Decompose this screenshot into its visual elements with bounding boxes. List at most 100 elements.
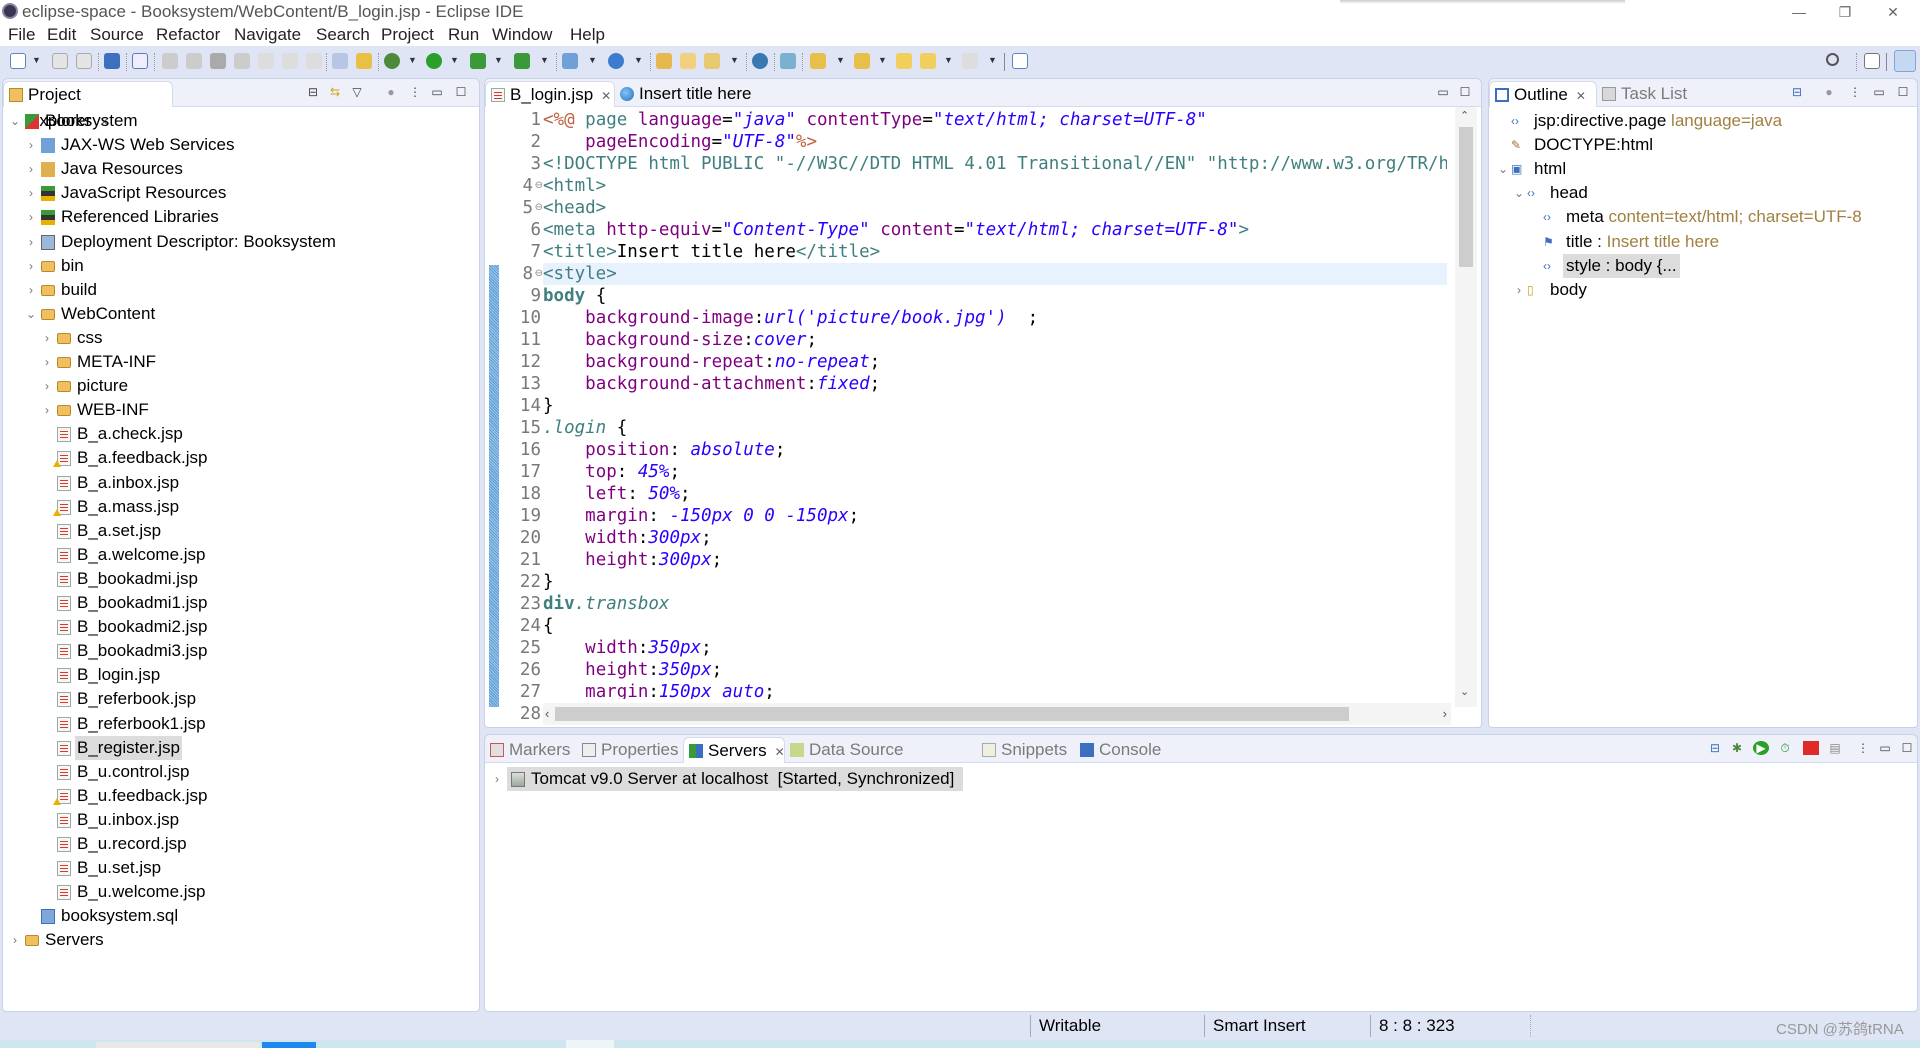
new-server-icon[interactable] — [608, 53, 624, 69]
run-dropdown-icon[interactable]: ▼ — [450, 55, 459, 65]
expand-arrow-icon[interactable]: › — [1513, 278, 1525, 302]
view-menu-icon[interactable]: ⋮ — [1847, 85, 1863, 99]
tree-item[interactable]: › Deployment Descriptor: Booksystem — [3, 230, 479, 254]
next-annotation-icon[interactable] — [810, 53, 826, 69]
tree-item[interactable]: B_bookadmi.jsp — [3, 567, 479, 591]
code-line[interactable]: .login { — [543, 417, 1447, 439]
save-icon[interactable] — [52, 53, 68, 69]
outline-item[interactable]: ‹› style : body {... — [1489, 253, 1917, 278]
menu-run[interactable]: Run — [448, 25, 479, 45]
code-line[interactable]: margin:150px auto; — [543, 681, 1447, 699]
disconnect-icon[interactable] — [234, 53, 250, 69]
tree-item[interactable]: › picture — [3, 374, 479, 398]
tree-item[interactable]: B_a.check.jsp — [3, 422, 479, 446]
expand-arrow-icon[interactable]: › — [41, 374, 53, 398]
vertical-scrollbar[interactable]: ⌃ ⌄ — [1455, 107, 1477, 707]
code-line[interactable]: } — [543, 395, 1447, 417]
run-server-icon[interactable] — [470, 53, 486, 69]
minimize-editor-icon[interactable]: ▭ — [1435, 85, 1451, 99]
tree-item[interactable]: B_u.welcome.jsp — [3, 880, 479, 904]
collapse-arrow-icon[interactable]: ⌄ — [25, 302, 37, 326]
working-set-icon[interactable]: ● — [383, 85, 399, 99]
maximize-editor-icon[interactable]: ☐ — [1457, 85, 1473, 99]
taskbar-item-active[interactable] — [262, 1042, 316, 1048]
close-tab-icon[interactable]: ✕ — [775, 745, 785, 759]
tree-item[interactable]: ⌄ WebContent — [3, 302, 479, 326]
minimize-button[interactable]: — — [1784, 2, 1814, 22]
code-line[interactable]: <head> — [543, 197, 1447, 219]
search-icon[interactable] — [1826, 53, 1839, 66]
tree-item[interactable]: ⌄ Booksystem — [3, 109, 479, 133]
expand-arrow-icon[interactable]: › — [25, 254, 37, 278]
code-line[interactable]: div.transbox — [543, 593, 1447, 615]
vertical-scroll-thumb[interactable] — [1459, 127, 1473, 267]
code-line[interactable]: background-attachment:fixed; — [543, 373, 1447, 395]
debug-dropdown-icon[interactable]: ▼ — [408, 55, 417, 65]
code-line[interactable]: top: 45%; — [543, 461, 1447, 483]
tab-insert-title-here[interactable]: Insert title here — [615, 81, 775, 107]
tree-item[interactable]: B_bookadmi3.jsp — [3, 639, 479, 663]
fold-toggle-icon[interactable]: ⊖ — [535, 268, 543, 279]
tab-data-source-explorer[interactable]: Data Source Explorer — [785, 737, 977, 785]
maximize-view-icon[interactable]: ☐ — [1895, 85, 1911, 99]
menu-source[interactable]: Source — [90, 25, 144, 45]
open-perspective-icon[interactable] — [1864, 53, 1880, 69]
collapse-all-icon[interactable]: ⊟ — [1707, 741, 1723, 755]
close-button[interactable]: ✕ — [1878, 2, 1908, 22]
collapse-arrow-icon[interactable]: ⌄ — [1497, 157, 1509, 181]
expand-arrow-icon[interactable]: › — [41, 398, 53, 422]
open-type-icon[interactable] — [656, 53, 672, 69]
expand-arrow-icon[interactable]: › — [25, 157, 37, 181]
terminal-icon[interactable] — [104, 53, 120, 69]
tree-item[interactable]: › Java Resources — [3, 157, 479, 181]
tree-item[interactable]: B_login.jsp — [3, 663, 479, 687]
new-icon[interactable] — [10, 53, 26, 69]
tree-item[interactable]: B_u.inbox.jsp — [3, 808, 479, 832]
outline-item[interactable]: ‹› meta content=text/html; charset=UTF-8 — [1489, 205, 1917, 229]
collapse-all-icon[interactable]: ⊟ — [1789, 85, 1805, 99]
code-line[interactable]: <%@ page language="java" contentType="te… — [543, 109, 1447, 131]
code-line[interactable]: width:300px; — [543, 527, 1447, 549]
outline-item[interactable]: ⌄ ‹› head — [1489, 181, 1917, 205]
minimize-view-icon[interactable]: ▭ — [1871, 85, 1887, 99]
collapse-all-icon[interactable]: ⊟ — [305, 85, 321, 99]
outline-item[interactable]: ⌄ ▣ html — [1489, 157, 1917, 181]
save-all-icon[interactable] — [76, 53, 92, 69]
scroll-down-icon[interactable]: ⌄ — [1460, 685, 1469, 698]
tree-item[interactable]: › bin — [3, 254, 479, 278]
code-editor[interactable]: <%@ page language="java" contentType="te… — [543, 107, 1447, 699]
restore-button[interactable]: ❐ — [1830, 2, 1860, 22]
debug-icon[interactable] — [384, 53, 400, 69]
code-line[interactable]: <html> — [543, 175, 1447, 197]
scroll-up-icon[interactable]: ⌃ — [1460, 109, 1469, 122]
outline-item[interactable]: ✎ DOCTYPE:html — [1489, 133, 1917, 157]
insert-mode-status[interactable]: Smart Insert — [1204, 1015, 1372, 1037]
step-return-icon[interactable] — [306, 53, 322, 69]
tab-snippets[interactable]: Snippets — [977, 737, 1075, 763]
code-line[interactable]: height:300px; — [543, 549, 1447, 571]
code-line[interactable]: background-repeat:no-repeat; — [543, 351, 1447, 373]
stop-server-icon[interactable] — [1803, 741, 1819, 755]
view-menu-icon[interactable]: ⋮ — [407, 85, 423, 99]
tree-item[interactable]: › css — [3, 326, 479, 350]
tab-markers[interactable]: Markers — [485, 737, 577, 763]
terminate-icon[interactable] — [210, 53, 226, 69]
code-line[interactable]: <style> — [543, 263, 1447, 285]
expand-arrow-icon[interactable]: › — [9, 928, 21, 952]
use-step-filters-icon[interactable] — [332, 53, 348, 69]
tab-servers[interactable]: Servers ✕ — [683, 737, 785, 763]
outline-item[interactable]: › ▯ body — [1489, 278, 1917, 302]
tab-console[interactable]: Console — [1075, 737, 1171, 763]
tree-item[interactable]: B_a.inbox.jsp — [3, 471, 479, 495]
next-annotation-dropdown-icon[interactable]: ▼ — [836, 55, 845, 65]
expand-arrow-icon[interactable]: › — [25, 205, 37, 229]
expand-arrow-icon[interactable]: › — [41, 350, 53, 374]
step-over-icon[interactable] — [282, 53, 298, 69]
run-icon[interactable] — [426, 53, 442, 69]
code-line[interactable]: position: absolute; — [543, 439, 1447, 461]
external-tools-dropdown-icon[interactable]: ▼ — [540, 55, 549, 65]
maximize-view-icon[interactable]: ☐ — [453, 85, 469, 99]
code-line[interactable]: <!DOCTYPE html PUBLIC "-//W3C//DTD HTML … — [543, 153, 1447, 175]
view-menu-icon[interactable]: ⋮ — [1855, 741, 1871, 755]
step-into-icon[interactable] — [258, 53, 274, 69]
